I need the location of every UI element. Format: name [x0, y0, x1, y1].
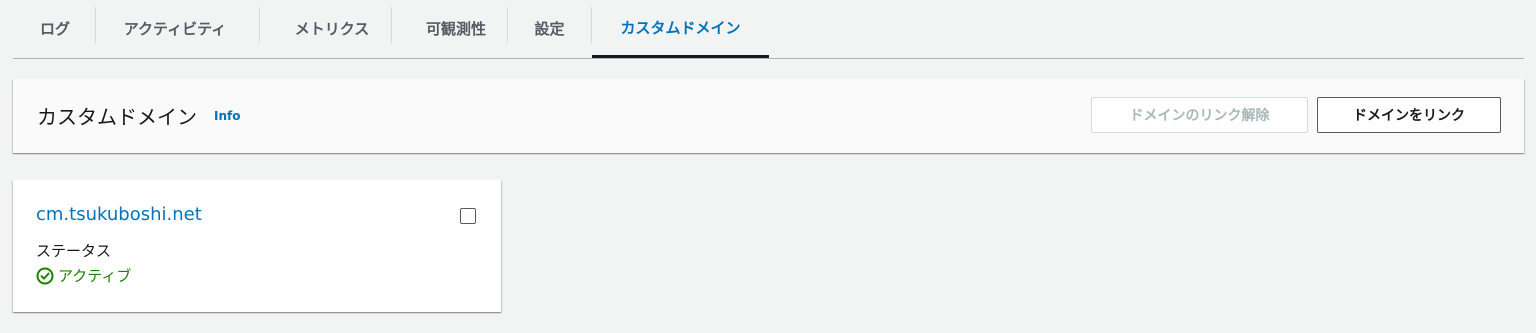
tab-metrics[interactable]: メトリクス [269, 0, 395, 57]
status-badge: アクティブ [36, 265, 131, 286]
tab-observability[interactable]: 可観測性 [401, 0, 511, 57]
tab-divider [95, 7, 96, 43]
status-label: ステータス [36, 242, 112, 260]
tab-bar: ログ アクティビティ メトリクス 可観測性 設定 カスタムドメイン [13, 0, 1524, 59]
tab-custom-domains[interactable]: カスタムドメイン [592, 0, 769, 58]
domain-link[interactable]: cm.tsukuboshi.net [36, 204, 202, 225]
domain-select-checkbox[interactable] [460, 208, 476, 224]
status-text: アクティブ [58, 267, 132, 285]
page-title: カスタムドメイン [37, 105, 197, 129]
check-circle-icon [36, 267, 54, 285]
tab-activity[interactable]: アクティビティ [105, 0, 245, 57]
tab-divider [507, 7, 508, 43]
custom-domains-header: カスタムドメイン Info ドメインのリンク解除 ドメインをリンク [13, 79, 1524, 153]
info-link[interactable]: Info [214, 109, 240, 123]
unlink-domain-button[interactable]: ドメインのリンク解除 [1091, 97, 1308, 133]
domain-card: cm.tsukuboshi.net ステータス アクティブ [13, 180, 501, 312]
tab-settings[interactable]: 設定 [517, 0, 582, 57]
tab-logs[interactable]: ログ [25, 0, 85, 57]
tab-divider [259, 7, 260, 43]
tab-divider [391, 7, 392, 43]
link-domain-button[interactable]: ドメインをリンク [1317, 97, 1501, 133]
